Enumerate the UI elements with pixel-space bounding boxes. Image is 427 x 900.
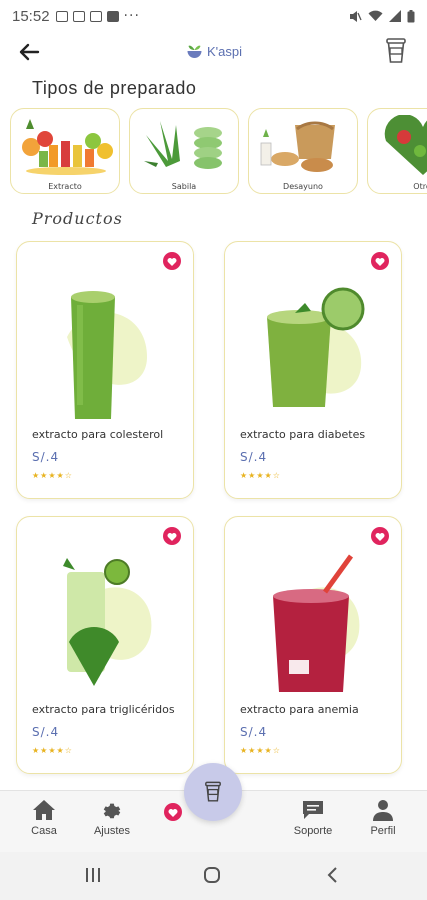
products-title: Productos	[32, 209, 123, 228]
nav-label: Soporte	[293, 825, 333, 837]
heart-icon	[375, 257, 385, 266]
product-price: S/.4	[32, 450, 60, 464]
category-label: Extracto	[48, 182, 82, 191]
home-circle-icon	[204, 867, 220, 883]
product-name: extracto para triglicéridos	[32, 703, 175, 716]
cucumber-juice-glass-image	[267, 287, 365, 407]
cart-cup-icon	[386, 38, 406, 63]
status-bar: 15:52 ···	[0, 0, 427, 32]
category-card-otro[interactable]: Otro	[367, 108, 427, 194]
app-bar: K'aspi	[0, 32, 427, 72]
beet-juice-beaker-image	[273, 554, 360, 692]
nav-item-settings[interactable]: Ajustes	[82, 799, 142, 837]
app-logo: K'aspi	[185, 42, 242, 60]
heart-icon	[167, 532, 177, 541]
system-status-icons	[349, 9, 415, 23]
mute-icon	[350, 10, 362, 22]
nav-item-support[interactable]: Soporte	[283, 799, 343, 837]
cart-button[interactable]	[385, 36, 407, 66]
bowl-logo-icon	[186, 45, 201, 58]
category-card-sabila[interactable]: Sabila	[129, 108, 239, 194]
cart-cup-icon	[205, 781, 221, 802]
mail-notification-icon	[89, 10, 102, 22]
product-price: S/.4	[240, 450, 268, 464]
vegetables-heart-image	[384, 115, 427, 175]
product-rating-stars: ★★★★☆	[240, 746, 281, 755]
gear-icon	[103, 803, 121, 819]
heart-icon	[168, 808, 178, 817]
notification-icons: ···	[55, 8, 140, 24]
image-notification-icon	[55, 10, 68, 22]
back-arrow-icon	[19, 43, 40, 61]
battery-icon	[407, 9, 415, 22]
product-name: extracto para diabetes	[240, 428, 366, 441]
product-price: S/.4	[32, 725, 60, 739]
category-label: Otro	[413, 182, 427, 191]
back-system-button[interactable]	[325, 866, 339, 888]
favorite-button[interactable]	[371, 527, 389, 545]
product-card[interactable]: extracto para diabetes S/.4 ★★★★☆	[224, 241, 402, 499]
product-rating-stars: ★★★★☆	[32, 471, 73, 480]
nav-item-profile[interactable]: Perfil	[353, 799, 413, 837]
product-rating-stars: ★★★★☆	[240, 471, 281, 480]
home-system-button[interactable]	[203, 866, 221, 888]
heart-icon	[167, 257, 177, 266]
category-label: Desayuno	[283, 182, 323, 191]
category-label: Sabila	[171, 182, 197, 191]
more-notifications: ···	[123, 8, 140, 24]
status-time: 15:52	[12, 7, 50, 25]
product-name: extracto para anemia	[240, 703, 359, 716]
back-chevron-icon	[327, 867, 337, 883]
cart-fab-button[interactable]	[184, 763, 242, 821]
category-card-extracto[interactable]: Extracto	[10, 108, 120, 194]
app-title: K'aspi	[206, 43, 243, 59]
recent-apps-icon	[86, 868, 100, 882]
product-card[interactable]: extracto para anemia S/.4 ★★★★☆	[224, 516, 402, 774]
recent-apps-button[interactable]	[84, 866, 102, 888]
favorite-button[interactable]	[371, 252, 389, 270]
juices-image	[22, 119, 113, 175]
product-name: extracto para colesterol	[32, 428, 164, 441]
categories-title: Tipos de preparado	[32, 78, 197, 98]
favorite-button[interactable]	[164, 803, 182, 821]
facebook-notification-icon	[106, 10, 119, 22]
nav-item-home[interactable]: Casa	[14, 799, 74, 837]
system-navigation-bar	[0, 852, 427, 900]
breakfast-image	[260, 121, 335, 172]
favorite-button[interactable]	[163, 527, 181, 545]
categories-carousel[interactable]: Extracto Sabila Desayuno Otro	[10, 108, 427, 196]
person-icon	[373, 800, 393, 821]
wifi-icon	[368, 10, 383, 21]
product-price: S/.4	[240, 725, 268, 739]
favorite-button[interactable]	[163, 252, 181, 270]
product-card[interactable]: extracto para triglicéridos S/.4 ★★★★☆	[16, 516, 194, 774]
product-rating-stars: ★★★★☆	[32, 746, 73, 755]
home-icon	[33, 800, 55, 820]
heart-icon	[375, 532, 385, 541]
green-juice-glass-image	[67, 291, 147, 419]
kiwi-juice-glass-image	[63, 558, 152, 686]
back-button[interactable]	[16, 40, 42, 64]
nav-label: Casa	[31, 825, 57, 837]
nav-label: Perfil	[370, 825, 396, 837]
nav-label: Ajustes	[93, 825, 131, 837]
chat-icon	[303, 801, 323, 819]
signal-icon	[389, 10, 401, 22]
category-card-desayuno[interactable]: Desayuno	[248, 108, 358, 194]
aloe-vera-image	[144, 121, 222, 169]
image-notification-icon	[72, 10, 85, 22]
product-card[interactable]: extracto para colesterol S/.4 ★★★★☆	[16, 241, 194, 499]
